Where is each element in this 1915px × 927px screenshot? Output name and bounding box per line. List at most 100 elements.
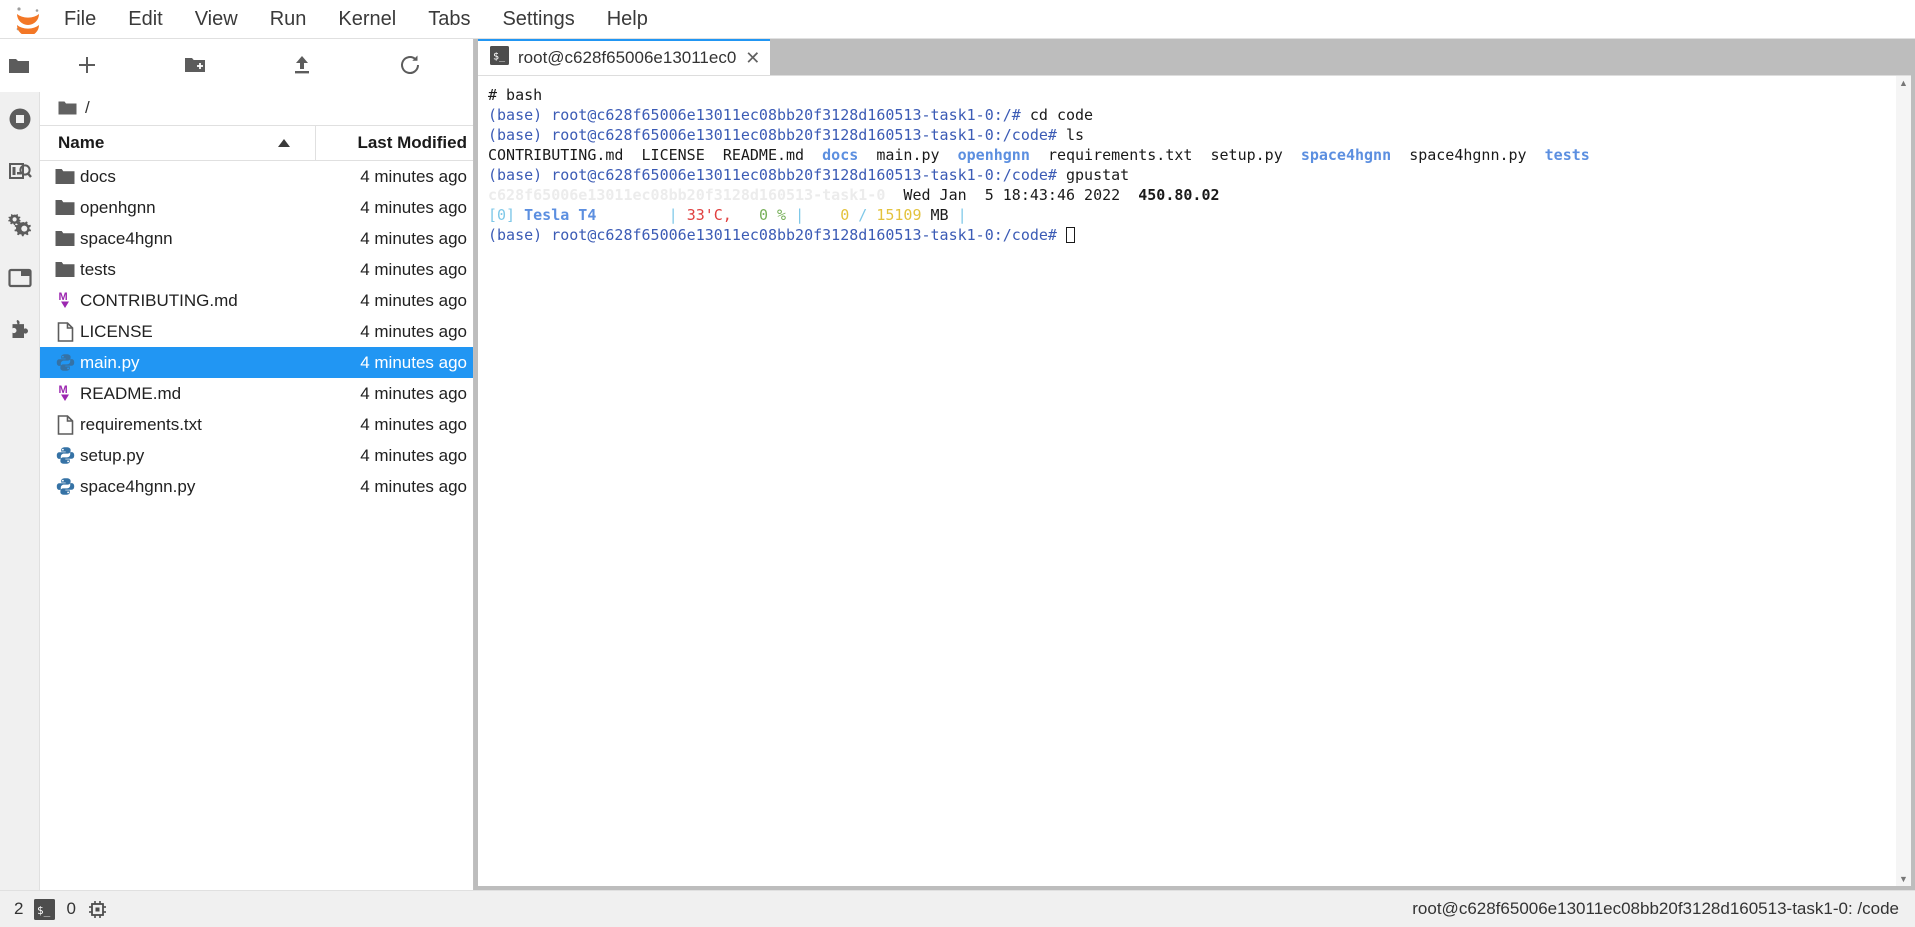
file-list-item[interactable]: requirements.txt 4 minutes ago xyxy=(40,409,473,440)
file-modified: 4 minutes ago xyxy=(360,445,467,465)
file-list-item[interactable]: openhgnn 4 minutes ago xyxy=(40,192,473,223)
ls-entry: LICENSE xyxy=(641,146,705,164)
menu-view[interactable]: View xyxy=(179,5,254,34)
cpu-chip-icon[interactable] xyxy=(87,899,108,920)
file-modified: 4 minutes ago xyxy=(360,197,467,217)
sidebar-item-running[interactable] xyxy=(0,92,40,145)
gpu-name: Tesla T4 xyxy=(524,206,597,224)
gears-icon xyxy=(7,213,31,236)
ls-entry: space4hgnn.py xyxy=(1409,146,1527,164)
menu-tabs[interactable]: Tabs xyxy=(412,5,486,34)
menu-kernel[interactable]: Kernel xyxy=(322,5,412,34)
ls-entry: setup.py xyxy=(1210,146,1283,164)
file-name: setup.py xyxy=(80,445,145,465)
scroll-down-icon[interactable]: ▼ xyxy=(1899,874,1908,884)
column-header-last-modified-label: Last Modified xyxy=(357,133,467,152)
file-name: tests xyxy=(80,259,116,279)
file-list-item[interactable]: tests 4 minutes ago xyxy=(40,254,473,285)
command-gpustat: gpustat xyxy=(1056,166,1130,184)
menu-edit[interactable]: Edit xyxy=(112,5,178,34)
python-icon xyxy=(40,353,80,372)
file-name: space4hgnn xyxy=(80,228,173,248)
file-name: main.py xyxy=(80,352,140,372)
menu-bar: File Edit View Run Kernel Tabs Settings … xyxy=(0,0,1915,39)
file-name: openhgnn xyxy=(80,197,156,217)
sidebar-item-commands[interactable] xyxy=(0,145,40,198)
file-modified: 4 minutes ago xyxy=(360,228,467,248)
terminal-line-gpustat: (base) root@c628f65006e13011ec08bb20f312… xyxy=(488,165,1896,185)
close-icon[interactable]: ✕ xyxy=(745,49,760,67)
file-list-item[interactable]: setup.py 4 minutes ago xyxy=(40,440,473,471)
new-launcher-button[interactable] xyxy=(54,49,120,81)
file-list-item[interactable]: docs 4 minutes ago xyxy=(40,161,473,192)
file-browser-toolbar xyxy=(40,39,473,91)
file-list-item[interactable]: LICENSE 4 minutes ago xyxy=(40,316,473,347)
file-name: requirements.txt xyxy=(80,414,202,434)
busy-kernel-count[interactable]: 0 xyxy=(66,899,75,919)
column-header-name[interactable]: Name xyxy=(40,126,315,160)
tab-terminal[interactable]: $_ root@c628f65006e13011ec0 ✕ xyxy=(478,39,771,75)
gpu-memory-used: 0 xyxy=(840,206,850,224)
folder-icon xyxy=(40,230,80,247)
prompt: (base) root@c628f65006e13011ec08bb20f312… xyxy=(488,126,1057,144)
breadcrumb[interactable]: / xyxy=(40,91,473,125)
file-modified: 4 minutes ago xyxy=(360,259,467,279)
file-list-item[interactable]: space4hgnn 4 minutes ago xyxy=(40,223,473,254)
activity-bar xyxy=(0,39,40,890)
gpu-separator: | xyxy=(668,206,678,224)
svg-text:$_: $_ xyxy=(493,52,506,63)
column-header-last-modified[interactable]: Last Modified xyxy=(315,126,473,160)
ls-entry: space4hgnn xyxy=(1300,146,1392,164)
command-palette-icon xyxy=(8,162,32,179)
file-list-item[interactable]: space4hgnn.py 4 minutes ago xyxy=(40,471,473,502)
refresh-file-list-button[interactable] xyxy=(377,49,443,81)
prompt: (base) root@c628f65006e13011ec08bb20f312… xyxy=(488,226,1057,244)
menu-settings[interactable]: Settings xyxy=(486,5,590,34)
file-name: LICENSE xyxy=(80,321,153,341)
file-list-item[interactable]: main.py 4 minutes ago xyxy=(40,347,473,378)
scroll-up-icon[interactable]: ▲ xyxy=(1899,78,1908,88)
sidebar-item-file-browser[interactable] xyxy=(0,39,40,92)
column-header-name-label: Name xyxy=(58,133,105,152)
terminal-line-ls-output: CONTRIBUTING.md LICENSE README.md docs m… xyxy=(488,145,1896,165)
tab-label: root@c628f65006e13011ec0 xyxy=(518,48,737,67)
file-list: docs 4 minutes ago openhgnn 4 minutes ago sp… xyxy=(40,161,473,890)
terminal-panel: # bash (base) root@c628f65006e13011ec08bb… xyxy=(478,75,1911,886)
markdown-icon: M xyxy=(40,384,80,403)
file-modified: 4 minutes ago xyxy=(360,352,467,372)
file-name: CONTRIBUTING.md xyxy=(80,290,238,310)
main-dock-area: $_ root@c628f65006e13011ec0 ✕ # bash (bas… xyxy=(474,39,1915,890)
terminal-output[interactable]: # bash (base) root@c628f65006e13011ec08bb… xyxy=(478,76,1896,886)
upload-files-button[interactable] xyxy=(269,49,335,81)
menu-file[interactable]: File xyxy=(48,5,112,34)
markdown-icon: M xyxy=(40,291,80,310)
file-name: docs xyxy=(80,166,116,186)
new-folder-button[interactable] xyxy=(162,49,228,81)
terminal-line-gpu-0: [0] Tesla T4 | 33'C, 0 % | 0 / 15109 MB … xyxy=(488,205,1896,225)
file-icon xyxy=(40,321,80,342)
upload-icon xyxy=(295,56,310,74)
file-list-item[interactable]: M CONTRIBUTING.md 4 minutes ago xyxy=(40,285,473,316)
file-list-item[interactable]: M README.md 4 minutes ago xyxy=(40,378,473,409)
file-browser-panel: / Name Last Modified docs 4 minutes ago op… xyxy=(40,39,474,890)
terminal-line-current-prompt: (base) root@c628f65006e13011ec08bb20f312… xyxy=(488,225,1896,245)
prompt: (base) root@c628f65006e13011ec08bb20f312… xyxy=(488,166,1057,184)
sidebar-item-property-inspector[interactable] xyxy=(0,198,40,251)
folder-icon xyxy=(58,101,77,115)
file-modified: 4 minutes ago xyxy=(360,383,467,403)
ls-entry: openhgnn xyxy=(957,146,1030,164)
folder-icon xyxy=(40,168,80,185)
gpu-temperature: 33'C, xyxy=(686,206,732,224)
terminal-scrollbar[interactable]: ▲ ▼ xyxy=(1896,76,1911,886)
file-list-header: Name Last Modified xyxy=(40,125,473,161)
shell-header-text: # bash xyxy=(488,86,543,104)
terminal-icon[interactable]: $_ xyxy=(34,898,56,920)
menu-run[interactable]: Run xyxy=(254,5,323,34)
tab-bar: $_ root@c628f65006e13011ec0 ✕ xyxy=(474,39,1915,75)
gpustat-date: Wed Jan 5 18:43:46 2022 xyxy=(903,186,1121,204)
sidebar-item-open-tabs[interactable] xyxy=(0,251,40,304)
kernel-count[interactable]: 2 xyxy=(14,899,23,919)
sidebar-item-extension-manager[interactable] xyxy=(0,304,40,357)
jupyter-logo-icon xyxy=(8,3,48,35)
menu-help[interactable]: Help xyxy=(591,5,664,34)
